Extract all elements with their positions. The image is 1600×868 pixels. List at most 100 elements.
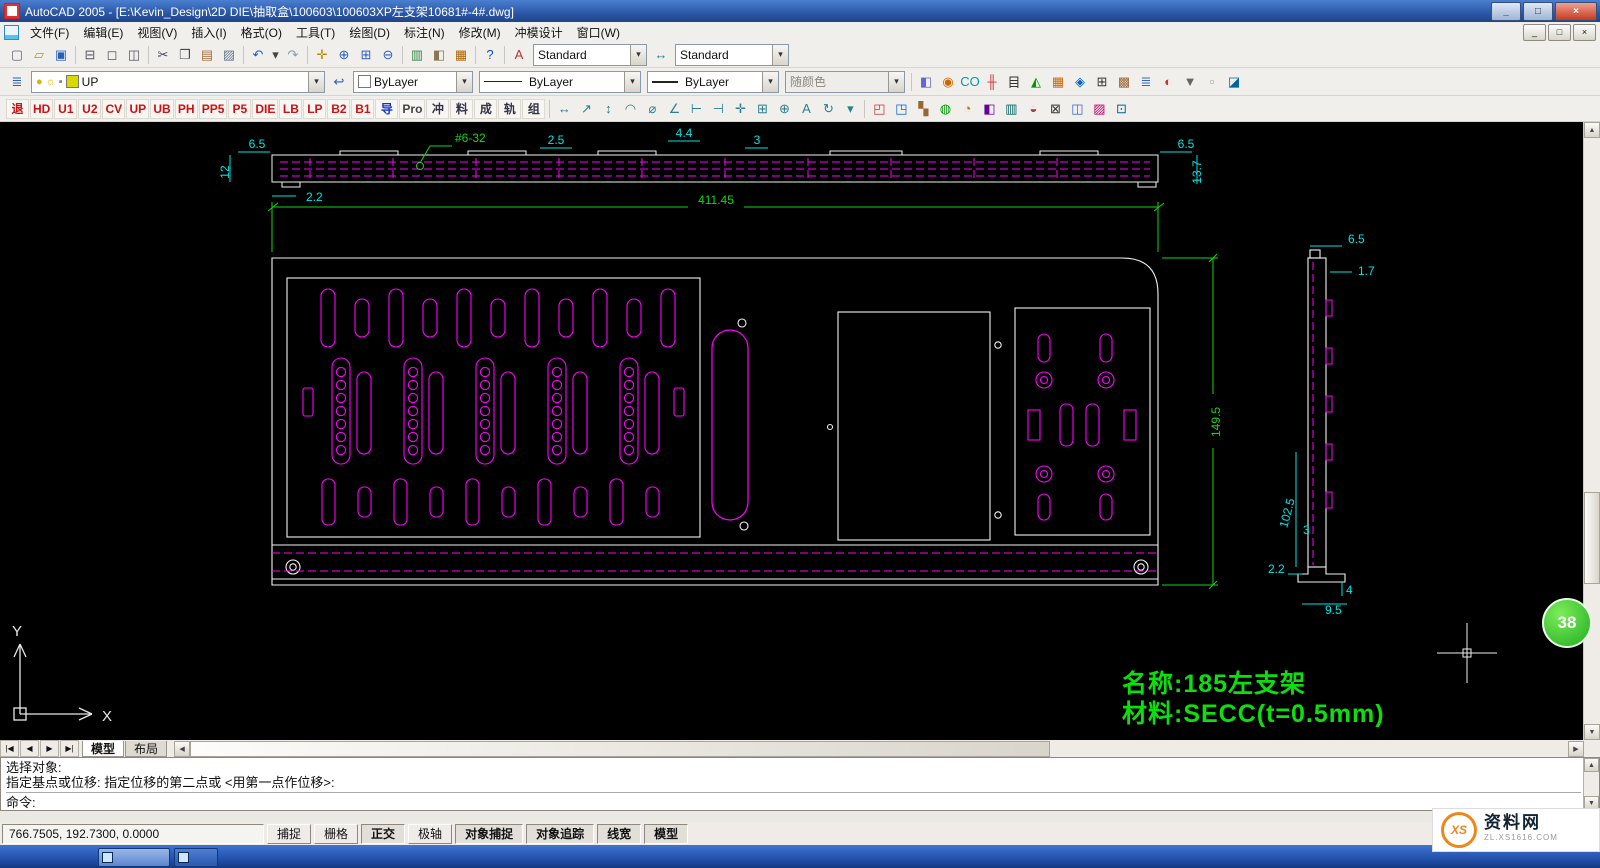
notification-badge[interactable]: 38 (1542, 598, 1592, 648)
layer-previous-icon[interactable]: ↩ (328, 71, 350, 93)
save-icon[interactable]: ▣ (50, 44, 72, 66)
combo-arrow-icon[interactable]: ▾ (624, 72, 640, 92)
status-toggle-正交[interactable]: 正交 (361, 824, 405, 844)
tool-palettes-icon[interactable]: ▦ (450, 44, 472, 66)
die-button-PP5[interactable]: PP5 (199, 99, 228, 119)
strip-icon[interactable]: ▚ (912, 98, 934, 120)
combo-arrow-icon[interactable]: ▾ (456, 72, 472, 92)
menu-item-9[interactable]: 修改(M) (452, 22, 508, 42)
dim-style-manager-icon[interactable]: ▾ (839, 98, 861, 120)
new-file-icon[interactable]: ▢ (6, 44, 28, 66)
hatch-icon[interactable]: ▦ (1047, 71, 1069, 93)
donut-icon[interactable]: ◪ (1223, 71, 1245, 93)
menu-item-3[interactable]: 视图(V) (130, 22, 184, 42)
menu-item-5[interactable]: 格式(O) (234, 22, 289, 42)
designcenter-icon[interactable]: ◧ (428, 44, 450, 66)
doc-restore-button[interactable]: □ (1548, 24, 1571, 41)
doc-close-button[interactable]: × (1573, 24, 1596, 41)
punch-icon[interactable]: ◳ (890, 98, 912, 120)
hole-chart-icon[interactable]: ▨ (1088, 98, 1110, 120)
zoom-window-icon[interactable]: ⊞ (355, 44, 377, 66)
taskbar-button[interactable] (174, 848, 218, 867)
set-icon[interactable]: ⊡ (1110, 98, 1132, 120)
die-button-P5[interactable]: P5 (228, 99, 251, 119)
menu-item-4[interactable]: 插入(I) (184, 22, 233, 42)
menu-item-10[interactable]: 冲模设计 (508, 22, 570, 42)
die-button-LB[interactable]: LB (279, 99, 302, 119)
continue-dimension-icon[interactable]: ⊣ (707, 98, 729, 120)
status-toggle-模型[interactable]: 模型 (644, 824, 688, 844)
status-toggle-捕捉[interactable]: 捕捉 (267, 824, 311, 844)
dim-style-combo[interactable]: Standard ▾ (675, 44, 789, 66)
command-window[interactable]: 选择对象:指定基点或位移: 指定位移的第二点或 <用第一点作位移>: 命令: ▲… (0, 757, 1600, 811)
horizontal-scroll-thumb[interactable] (190, 741, 1050, 757)
wipeout-icon[interactable]: ▼ (1179, 71, 1201, 93)
baseline-dimension-icon[interactable]: ⊢ (685, 98, 707, 120)
pan-icon[interactable]: ✛ (311, 44, 333, 66)
die-button-CV[interactable]: CV (102, 99, 125, 119)
scroll-down-icon[interactable]: ▼ (1584, 724, 1600, 740)
vertical-scrollbar[interactable]: ▲ ▼ (1583, 122, 1600, 740)
scroll-left-icon[interactable]: ◀ (174, 741, 190, 757)
trim-icon[interactable]: ⊠ (1044, 98, 1066, 120)
insert-die-icon[interactable]: ◒ (1022, 98, 1044, 120)
menu-item-7[interactable]: 绘图(D) (342, 22, 397, 42)
color-combo[interactable]: ByLayer ▾ (353, 71, 473, 93)
restore-button[interactable]: □ (1523, 2, 1553, 21)
minimize-button[interactable]: _ (1491, 2, 1521, 21)
open-icon[interactable]: ▱ (28, 44, 50, 66)
ordinate-dimension-icon[interactable]: ↕ (597, 98, 619, 120)
match-properties-icon[interactable]: ▨ (218, 44, 240, 66)
stamp-icon[interactable]: ◰ (868, 98, 890, 120)
linetype-combo[interactable]: ByLayer ▾ (479, 71, 641, 93)
layout-icon[interactable]: ◫ (1066, 98, 1088, 120)
plot-preview-icon[interactable]: ◻ (101, 44, 123, 66)
help-icon[interactable]: ? (479, 44, 501, 66)
status-toggle-对象捕捉[interactable]: 对象捕捉 (455, 824, 523, 844)
combo-arrow-icon[interactable]: ▾ (772, 45, 788, 65)
close-button[interactable]: × (1555, 2, 1597, 21)
pilot-icon[interactable]: ◍ (934, 98, 956, 120)
die-button-成[interactable]: 成 (474, 99, 497, 119)
command-scrollbar[interactable]: ▲ ▼ (1583, 758, 1599, 810)
copy-icon[interactable]: ❐ (174, 44, 196, 66)
combo-arrow-icon[interactable]: ▾ (762, 72, 778, 92)
quick-leader-icon[interactable]: ✛ (729, 98, 751, 120)
die-button-B2[interactable]: B2 (327, 99, 350, 119)
status-toggle-栅格[interactable]: 栅格 (314, 824, 358, 844)
die-button-UP[interactable]: UP (126, 99, 149, 119)
osnap-settings-icon[interactable]: ╫ (981, 71, 1003, 93)
attach-xref-icon[interactable]: ◉ (937, 71, 959, 93)
region-icon[interactable]: ◭ (1025, 71, 1047, 93)
tab-nav-button-2[interactable]: ◀ (20, 740, 39, 757)
combo-arrow-icon[interactable]: ▾ (308, 72, 324, 92)
undo-icon[interactable]: ↶ (247, 44, 269, 66)
tab-nav-button-3[interactable]: ▶ (40, 740, 59, 757)
properties-icon[interactable]: ▥ (406, 44, 428, 66)
die-button-UB[interactable]: UB (150, 99, 173, 119)
list-icon[interactable]: 目 (1003, 71, 1025, 93)
revision-cloud-icon[interactable]: ◐ (1157, 71, 1179, 93)
lineweight-combo[interactable]: ByLayer ▾ (647, 71, 779, 93)
dimension-text-edit-icon[interactable]: A (795, 98, 817, 120)
tab-模型[interactable]: 模型 (82, 741, 124, 757)
die-button-导[interactable]: 导 (375, 99, 398, 119)
status-toggle-极轴[interactable]: 极轴 (408, 824, 452, 844)
text-style-icon[interactable]: A (508, 44, 530, 66)
table-icon[interactable]: ⊞ (1091, 71, 1113, 93)
diameter-dimension-icon[interactable]: ⌀ (641, 98, 663, 120)
tab-nav-button-1[interactable]: |◀ (0, 740, 19, 757)
die-button-DIE[interactable]: DIE (252, 99, 278, 119)
boundary-icon[interactable]: ▩ (1113, 71, 1135, 93)
layer-properties-icon[interactable]: ≣ (6, 71, 28, 93)
combo-arrow-icon[interactable]: ▾ (630, 45, 646, 65)
command-prompt[interactable]: 命令: (6, 795, 1581, 810)
die-button-退[interactable]: 退 (6, 99, 29, 119)
model-space-canvas[interactable]: 6.5 12 2.2 #6-32 2.5 4.4 3 6.5 13.7 411.… (0, 122, 1584, 740)
tolerance-icon[interactable]: ⊞ (751, 98, 773, 120)
menu-item-6[interactable]: 工具(T) (289, 22, 342, 42)
zoom-realtime-icon[interactable]: ⊕ (333, 44, 355, 66)
bend-icon[interactable]: ◔ (956, 98, 978, 120)
dimension-update-icon[interactable]: ↻ (817, 98, 839, 120)
make-block-icon[interactable]: ◧ (915, 71, 937, 93)
